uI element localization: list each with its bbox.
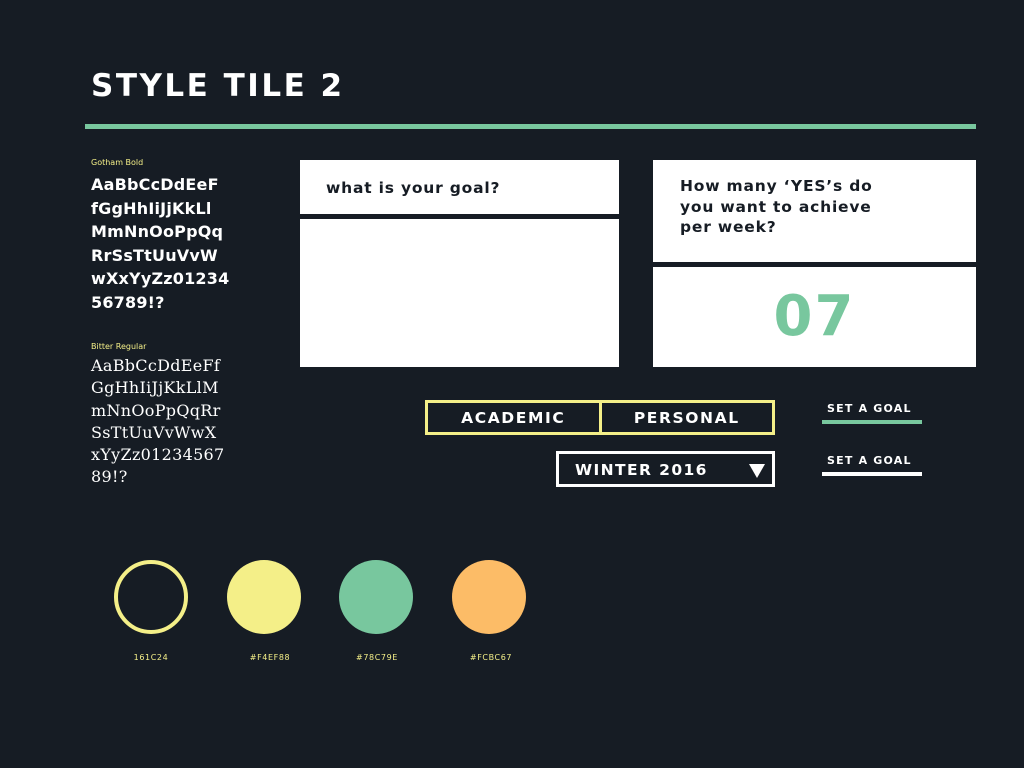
swatch-label: 161C24 <box>133 653 169 662</box>
button-underline <box>822 472 922 476</box>
toggle-personal[interactable]: PERSONAL <box>598 403 773 432</box>
color-swatch <box>227 560 301 634</box>
specimen-line: AaBbCcDdEeFf <box>91 356 221 375</box>
specimen-line: wXxYyZz01234 <box>91 269 230 288</box>
specimen-line: SsTtUuVvWwX <box>91 422 217 442</box>
set-goal-label: SET A GOAL <box>827 402 912 415</box>
dropdown-selected-value: WINTER 2016 <box>575 461 708 479</box>
triangle-down-icon <box>749 464 765 478</box>
yes-answer-card[interactable]: 07 <box>653 267 976 367</box>
font-name-bitter: Bitter Regular <box>91 342 147 351</box>
question-line: How many ‘YES’s do <box>680 177 873 195</box>
goal-question-card: what is your goal? <box>300 160 619 214</box>
question-line: you want to achieve <box>680 197 872 216</box>
color-swatch <box>339 560 413 634</box>
color-swatch <box>452 560 526 634</box>
yes-question: How many ‘YES’s do you want to achieve p… <box>680 176 873 238</box>
swatch-label: #78C79E <box>356 653 398 662</box>
button-underline <box>822 420 922 424</box>
specimen-line: MmNnOoPpQq <box>91 222 224 241</box>
goal-question: what is your goal? <box>326 179 501 197</box>
toggle-academic[interactable]: ACADEMIC <box>428 403 599 432</box>
font-name-gotham: Gotham Bold <box>91 158 144 167</box>
specimen-line: AaBbCcDdEeF <box>91 175 219 194</box>
goal-answer-field[interactable] <box>300 219 619 367</box>
question-line: per week? <box>680 218 777 236</box>
yes-count-value: 07 <box>773 284 856 349</box>
specimen-line: fGgHhIiJjKkLl <box>91 198 212 218</box>
specimen-line: 56789!? <box>91 292 165 312</box>
set-goal-button[interactable]: SET A GOAL <box>822 400 922 424</box>
category-toggle: ACADEMIC PERSONAL <box>425 400 775 435</box>
font-specimen-bitter: AaBbCcDdEeFf GgHhIiJjKkLlM mNnOoPpQqRr S… <box>91 355 225 489</box>
swatch-label: #F4EF88 <box>249 653 291 662</box>
specimen-line: GgHhIiJjKkLlM <box>91 378 219 398</box>
specimen-line: mNnOoPpQqRr <box>91 400 221 420</box>
title-divider <box>85 124 976 129</box>
specimen-line: xYyZz01234567 <box>91 445 225 465</box>
yes-question-card: How many ‘YES’s do you want to achieve p… <box>653 160 976 262</box>
set-goal-label: SET A GOAL <box>827 454 912 467</box>
specimen-line: RrSsTtUuVvW <box>91 245 218 265</box>
color-swatch <box>114 560 188 634</box>
font-specimen-gotham: AaBbCcDdEeF fGgHhIiJjKkLl MmNnOoPpQq RrS… <box>91 173 229 314</box>
season-dropdown[interactable]: WINTER 2016 <box>556 451 775 487</box>
page-title: STYLE TILE 2 <box>91 68 345 104</box>
specimen-line: 89!? <box>91 467 128 487</box>
set-goal-button-alt[interactable]: SET A GOAL <box>822 452 922 476</box>
swatch-label: #FCBC67 <box>469 653 513 662</box>
